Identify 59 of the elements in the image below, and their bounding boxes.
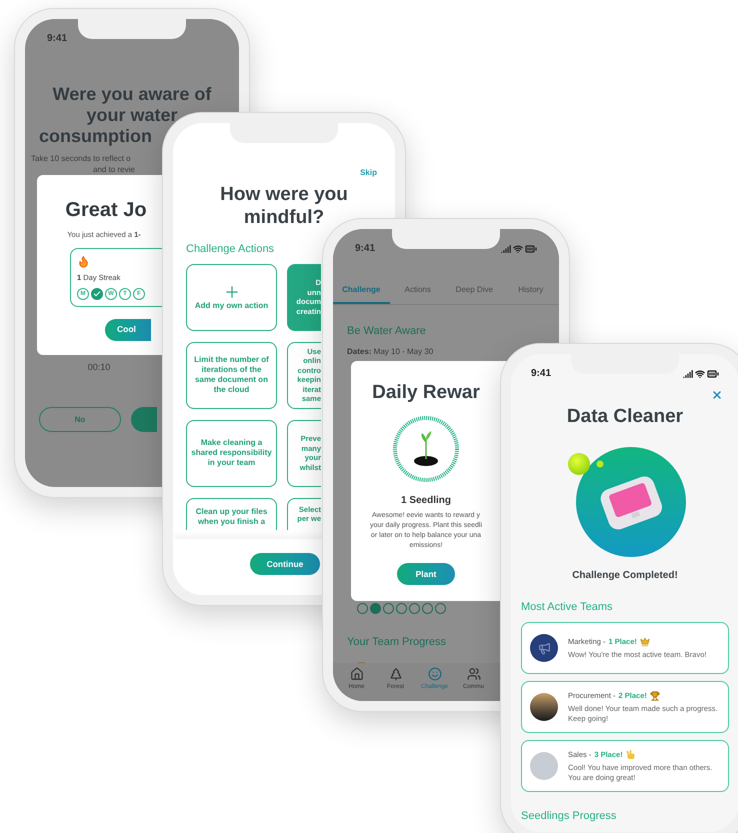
battery-icon	[707, 368, 719, 380]
nav-icon	[428, 667, 442, 681]
question-title: your water	[85, 105, 179, 126]
wifi-icon	[513, 244, 523, 254]
seedling-ring-drawing	[392, 415, 460, 483]
screen-title: How were you	[220, 183, 348, 206]
screen-title: mindful?	[244, 206, 324, 229]
question-subtitle: and to revie	[92, 164, 136, 175]
megaphone-icon	[538, 642, 550, 654]
wifi-icon	[695, 368, 705, 378]
action-card[interactable]: Make cleaning a shared responsibility in your team	[186, 420, 277, 486]
reward-amount: 1 Seedling	[400, 494, 451, 508]
nav-icon	[388, 667, 402, 681]
modal-title: Daily Rewar	[372, 380, 480, 404]
section-heading: Most Active Teams	[520, 600, 614, 614]
tab[interactable]: Challenge	[333, 278, 390, 304]
place-icon	[640, 636, 650, 646]
tab[interactable]: Actions	[390, 278, 446, 304]
section-heading: Challenge Actions	[186, 242, 274, 257]
countdown-timer: 00:10	[86, 360, 112, 374]
nav-icon	[466, 667, 480, 681]
action-label: Add my own action	[194, 301, 268, 311]
signal-icon	[501, 244, 511, 254]
continue-button[interactable]: Continue	[250, 553, 320, 575]
skip-link[interactable]: Skip	[360, 167, 377, 179]
status-time: 9:41	[47, 32, 68, 46]
action-card[interactable]: Limit the number of iterations of the same document on the cloud	[186, 342, 277, 408]
action-label: Limit the number of iterations of the same document on the cloud	[193, 355, 270, 395]
completion-status: Challenge Completed!	[571, 568, 679, 582]
place-icon	[650, 690, 660, 700]
signal-icon	[683, 368, 693, 378]
tab[interactable]: History	[502, 278, 559, 304]
action-label: Make cleaning a shared responsibility in your team	[191, 438, 272, 468]
yes-button[interactable]	[131, 407, 157, 432]
screen-title: Data Cleaner	[566, 405, 684, 429]
tab[interactable]: Deep Dive	[446, 278, 502, 304]
cool-button[interactable]: Cool	[105, 318, 151, 340]
action-card[interactable]: Add my own action	[186, 264, 277, 330]
no-button[interactable]: No	[39, 407, 121, 432]
modal-title: Great Jo	[64, 198, 147, 223]
photo-placeholder	[530, 693, 558, 721]
action-label: Clean up your files when you finish a	[194, 506, 268, 526]
battery-icon	[525, 242, 537, 254]
close-icon[interactable]	[711, 389, 723, 401]
nav-icon	[350, 667, 364, 681]
section-heading: Your Team Progress	[347, 634, 446, 650]
question-title: consumption	[38, 126, 153, 147]
photo-placeholder	[530, 752, 558, 780]
status-time: 9:41	[355, 242, 376, 256]
challenge-dates: Dates: May 10 - May 30	[347, 346, 434, 358]
flame-icon	[77, 255, 90, 268]
challenge-title: Be Water Aware	[347, 324, 426, 339]
section-heading: Seedlings Progress	[520, 809, 618, 824]
question-title: Were you aware of	[52, 84, 212, 105]
action-card[interactable]: Clean up your files when you finish a	[186, 498, 277, 530]
question-subtitle: Take 10 seconds to reflect o	[31, 153, 132, 164]
status-time: 9:41	[531, 367, 552, 381]
place-icon	[626, 750, 635, 759]
plant-button[interactable]: Plant	[397, 563, 455, 585]
